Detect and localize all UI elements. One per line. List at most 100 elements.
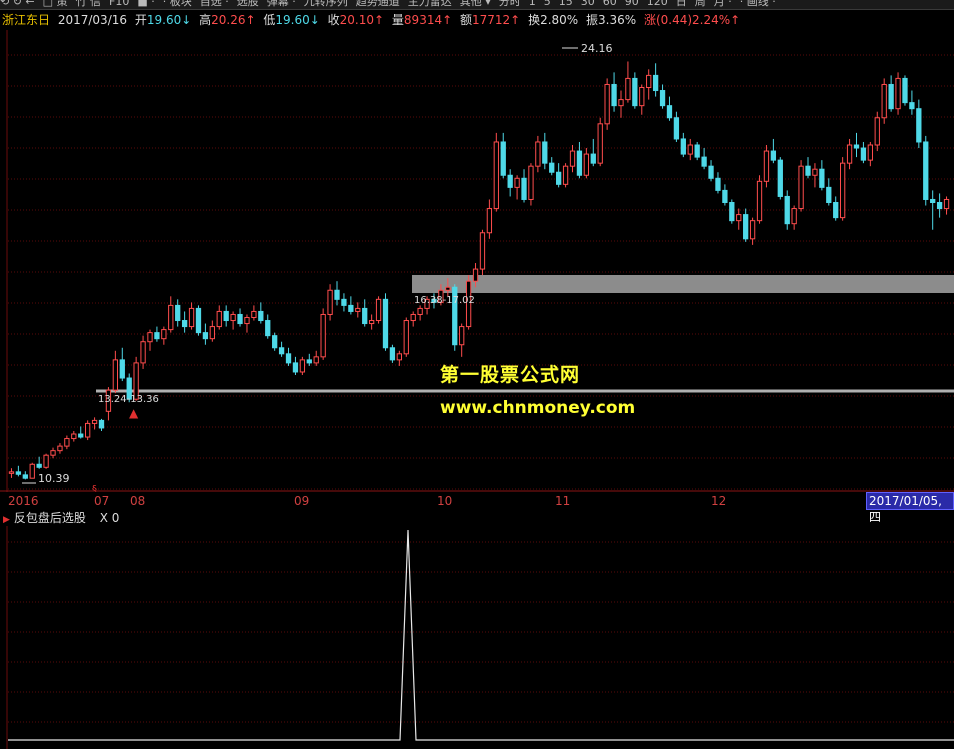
toolbar-item-7[interactable]: 选股 <box>237 0 259 7</box>
stock-name[interactable]: 浙江东日 <box>2 13 50 27</box>
indicator-value: X 0 <box>99 511 120 525</box>
toolbar-item-2[interactable]: 竹 信 <box>76 0 102 7</box>
candle <box>375 296 382 324</box>
candle-body-up <box>874 117 880 146</box>
candle-body-up <box>562 165 569 185</box>
candle <box>597 117 603 167</box>
candle-body-up <box>147 332 153 343</box>
toolbar-item-16[interactable]: 15 <box>559 0 573 7</box>
candle <box>216 305 222 330</box>
candle-body-up <box>216 310 222 328</box>
candle <box>673 111 680 142</box>
candle-body-up <box>791 208 797 225</box>
toolbar-item-13[interactable]: 分时 <box>499 0 521 7</box>
toolbar-item-19[interactable]: 90 <box>625 0 639 7</box>
candle-body-up <box>112 359 119 391</box>
candle <box>486 199 493 239</box>
candle <box>909 90 915 115</box>
toolbar-item-15[interactable]: 5 <box>544 0 551 7</box>
toolbar-item-5[interactable]: · 板块 <box>163 0 192 7</box>
candle <box>639 84 645 115</box>
toolbar-item-1[interactable]: □ 策 <box>43 0 68 7</box>
candle <box>64 435 70 450</box>
toolbar-item-0[interactable]: ⟲ ↻ ← <box>0 0 35 7</box>
candle-body-up <box>230 313 236 322</box>
candle <box>576 141 583 179</box>
candle-body-up <box>417 307 423 315</box>
candle-body-up <box>569 150 576 167</box>
toolbar-item-20[interactable]: 120 <box>647 0 668 7</box>
toolbar-item-3[interactable]: F10 <box>109 0 129 7</box>
candle-body-down <box>542 141 548 164</box>
candle <box>812 163 818 188</box>
candle-body-down <box>154 332 160 340</box>
candle <box>278 341 285 357</box>
candle-body-up <box>327 289 333 315</box>
candle-body-up <box>618 99 624 107</box>
candle <box>763 145 770 188</box>
toolbar-item-23[interactable]: 月 · <box>714 0 732 7</box>
candle <box>729 199 735 224</box>
candlestick-chart[interactable]: ▲ § <box>0 30 954 492</box>
toolbar-item-8[interactable]: 弹幕 · <box>267 0 296 7</box>
indicator-chart[interactable] <box>0 526 954 749</box>
candle-body-down <box>784 195 790 225</box>
candle <box>181 311 188 333</box>
candle <box>632 72 638 109</box>
candle-body-up <box>881 83 887 119</box>
max-price-annotation: 24.16 <box>581 42 613 55</box>
min-price-annotation: 10.39 <box>38 472 70 485</box>
candle <box>140 335 146 369</box>
candle <box>846 138 853 170</box>
candle <box>943 196 950 215</box>
candle <box>604 78 610 130</box>
candle-body-down <box>507 174 513 188</box>
candle <box>209 320 215 342</box>
candle-body-down <box>389 347 396 361</box>
toolbar-item-18[interactable]: 60 <box>603 0 617 7</box>
candle-body-up <box>64 438 70 447</box>
candle <box>188 302 195 330</box>
candle-body-down <box>680 138 686 155</box>
toolbar-item-9[interactable]: 九转序列 <box>304 0 348 7</box>
candle <box>936 193 943 218</box>
candle <box>348 296 354 315</box>
candle <box>708 160 714 182</box>
toolbar-item-21[interactable]: 日 <box>676 0 687 7</box>
indicator-expand-icon[interactable]: ▶ <box>3 515 10 525</box>
candle <box>355 302 361 318</box>
candle-body-down <box>923 141 929 200</box>
indicator-signal-line <box>8 529 954 741</box>
x-axis-label-year: 2016 <box>8 494 39 508</box>
candle <box>341 293 347 312</box>
candle <box>78 426 84 439</box>
candle-body-up <box>514 177 520 188</box>
candle <box>611 72 617 112</box>
candle <box>819 160 825 191</box>
toolbar-item-10[interactable]: 趋势通道 <box>356 0 400 7</box>
indicator-name[interactable]: 反包盘后选股 <box>14 511 86 525</box>
toolbar-item-24[interactable]: · 画线 · <box>740 0 776 7</box>
candle <box>694 141 700 161</box>
candle-body-down <box>202 332 209 340</box>
candle-body-down <box>632 77 638 107</box>
candle <box>161 326 167 345</box>
candle <box>168 296 174 333</box>
toolbar-item-17[interactable]: 30 <box>581 0 595 7</box>
indicator-header: ▶ 反包盘后选股 X 0 <box>0 510 954 526</box>
volume-value: 89314↑ <box>403 13 453 27</box>
toolbar-item-6[interactable]: 自选 · <box>200 0 229 7</box>
candle <box>756 175 763 224</box>
toolbar-item-4[interactable]: ■ · <box>137 0 154 7</box>
candle-body-down <box>652 74 659 92</box>
toolbar-item-22[interactable]: 周 <box>695 0 706 7</box>
toolbar-item-12[interactable]: 其他 ▾ <box>460 0 491 7</box>
toolbar-item-11[interactable]: 主力雷达 <box>408 0 452 7</box>
candle <box>410 311 416 327</box>
candle <box>881 78 887 124</box>
toolbar-item-14[interactable]: 1 <box>529 0 536 7</box>
candle-body-up <box>687 144 693 155</box>
candle-body-down <box>500 141 506 176</box>
candle <box>853 132 860 158</box>
candle-body-up <box>756 180 763 222</box>
